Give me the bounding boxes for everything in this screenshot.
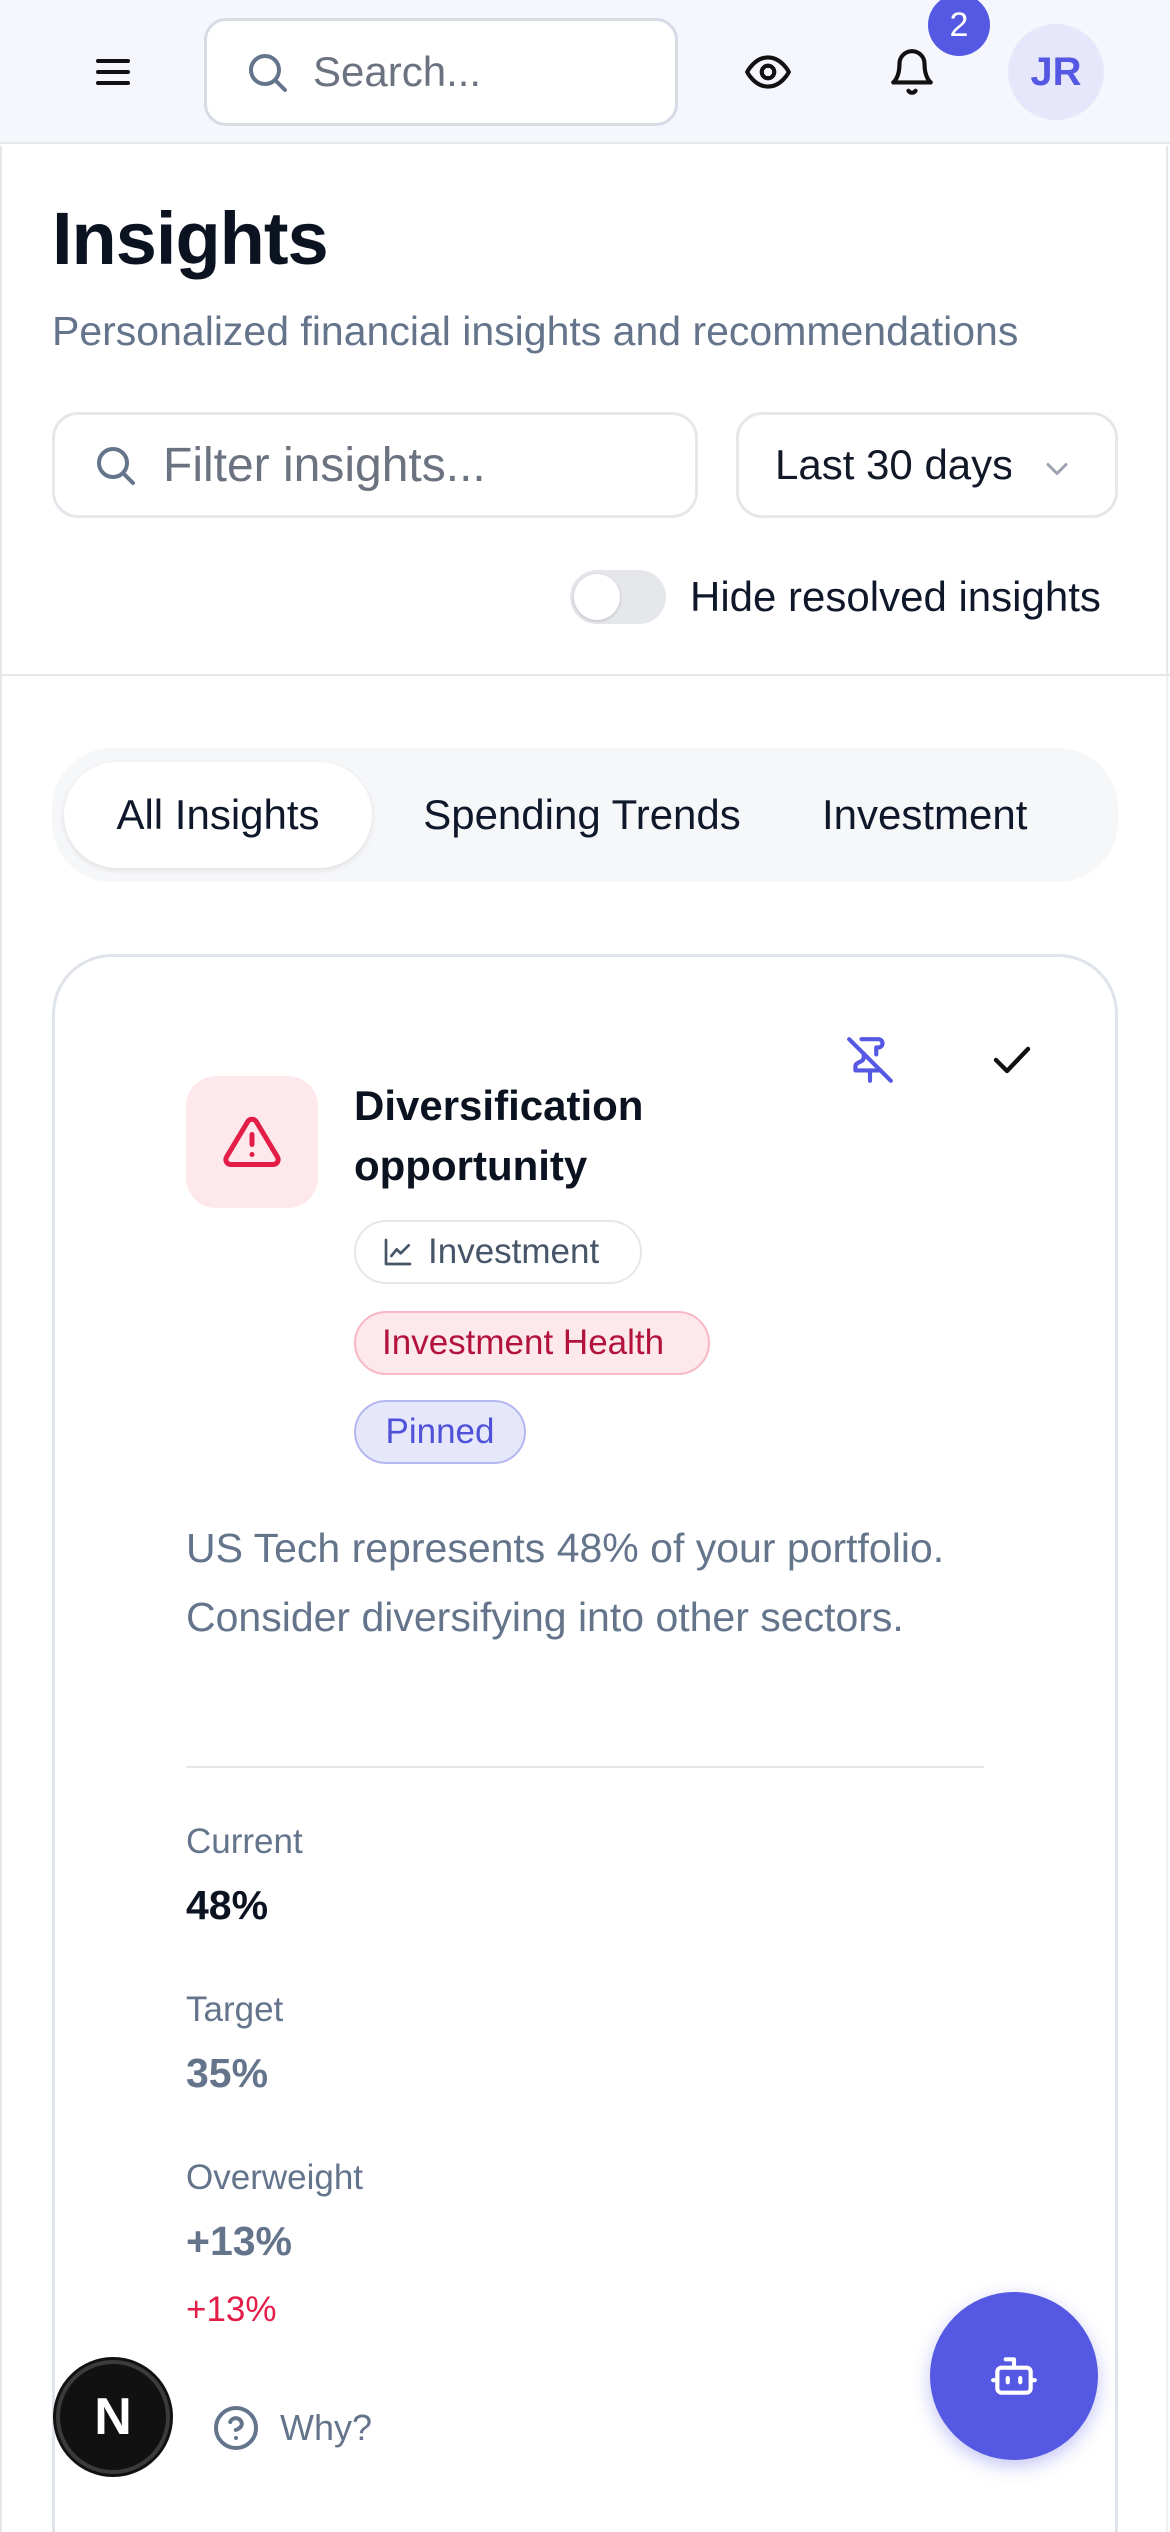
resolve-button[interactable] [974,1024,1050,1096]
hide-resolved-label: Hide resolved insights [690,573,1101,620]
bot-icon [991,2357,1037,2395]
chevron-down-icon [1046,463,1068,475]
avatar[interactable]: JR [1008,24,1104,120]
category-label: Investment [428,1232,600,1271]
metric-value-overweight: +13% [186,2218,293,2264]
pin-off-icon [847,1037,893,1083]
pinned-badge: Pinned [354,1400,526,1464]
toggle-knob [574,574,620,620]
unpin-button[interactable] [832,1024,908,1096]
content-border-right [1166,146,1168,676]
metric-delta-overweight: +13% [186,2290,277,2329]
visibility-button[interactable] [728,40,808,104]
content-border-right-lower [1166,676,1168,2532]
insight-tabs: All Insights Spending Trends Investment [52,748,1118,882]
filter-insights[interactable] [52,412,698,518]
help-circle-icon [214,2406,258,2450]
next-dev-badge[interactable]: N [56,2360,170,2474]
notification-count-badge: 2 [928,0,990,56]
tag-chip: Investment Health [354,1311,710,1375]
eye-icon [745,55,791,89]
category-chip: Investment [354,1220,642,1284]
search-icon [249,54,287,92]
menu-button[interactable] [84,46,144,98]
why-button[interactable]: Why? [212,2396,372,2460]
insight-title: Diversification opportunity [354,1082,644,1189]
check-icon [993,1046,1031,1074]
assistant-bot-button[interactable] [930,2292,1098,2460]
hide-resolved-toggle[interactable] [570,570,666,624]
global-search[interactable] [204,18,678,126]
date-range-value: Last 30 days [775,441,1011,488]
section-divider [0,674,1170,676]
content-border-left [0,146,2,2532]
page-title: Insights [52,197,329,280]
line-chart-icon [384,1238,412,1266]
alert-tile [186,1076,318,1208]
metric-label-current: Current [186,1822,303,1861]
search-icon [97,447,135,485]
bell-icon [891,49,933,95]
hamburger-icon [96,59,130,85]
tab-investment[interactable]: Investment [822,762,1118,868]
search-input[interactable] [313,48,643,96]
metric-value-target: 35% [186,2050,269,2096]
metric-value-current: 48% [186,1882,269,1928]
alert-triangle-icon [223,1116,281,1167]
top-bar: 2 JR [0,0,1170,144]
metric-label-target: Target [186,1990,284,2029]
tab-spending-trends[interactable]: Spending Trends [414,762,750,868]
card-divider [186,1766,984,1768]
why-label: Why? [280,2407,373,2448]
date-range-select[interactable]: Last 30 days [736,412,1118,518]
metric-label-overweight: Overweight [186,2158,364,2197]
filter-input[interactable] [163,437,683,493]
page-subtitle: Personalized financial insights and reco… [52,308,1019,354]
tab-all-insights[interactable]: All Insights [64,762,372,868]
insight-description: US Tech represents 48% of your portfolio… [186,1525,945,1640]
